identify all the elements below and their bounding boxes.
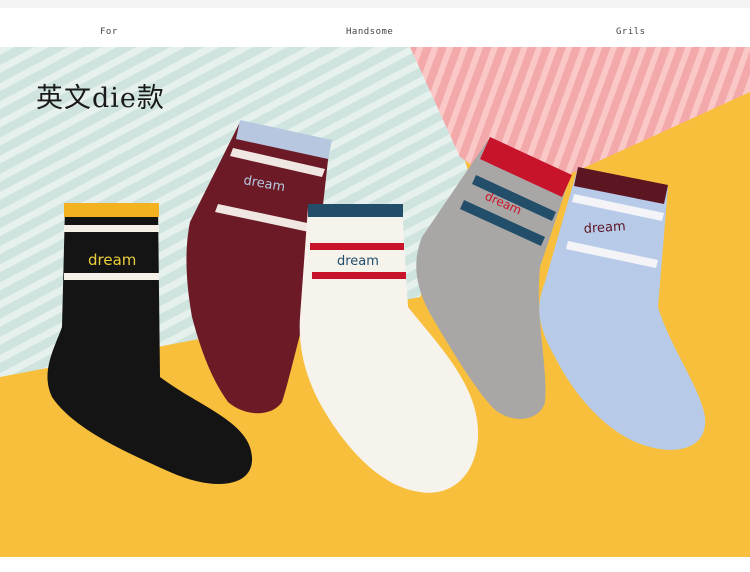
- bottom-margin: [0, 557, 750, 572]
- product-photo: dream dream dream dream dream: [0, 47, 750, 557]
- light-blue-sock-dream-label: dream: [583, 219, 626, 237]
- header-tag-handsome: Handsome: [346, 27, 394, 37]
- black-sock-dream-label: dream: [88, 251, 136, 269]
- sock-illustration: dream dream dream dream dream: [0, 47, 750, 557]
- cream-sock-dream-label: dream: [337, 254, 379, 269]
- product-title: 英文die款: [36, 83, 165, 114]
- header-tag-for: For: [100, 27, 118, 37]
- header-tag-grils: Grils: [616, 27, 646, 37]
- header-top-strip: [0, 0, 750, 8]
- top-header-bar: For Handsome Grils: [0, 0, 750, 47]
